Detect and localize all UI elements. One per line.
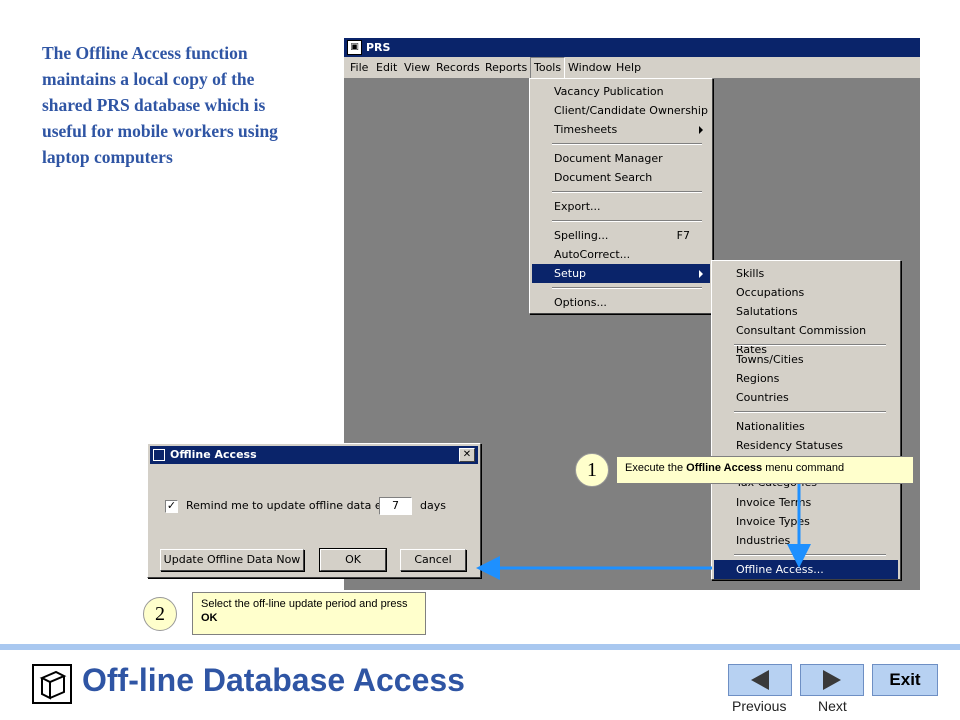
ok-button[interactable]: OK (319, 548, 387, 572)
menuitem-vacancy-publication[interactable]: Vacancy Publication (532, 82, 710, 101)
step2-callout: Select the off-line update period and pr… (192, 592, 426, 635)
menuitem-spelling[interactable]: Spelling... F7 (532, 226, 710, 245)
days-label: days (420, 499, 446, 512)
menuitem-skills[interactable]: Skills (714, 264, 898, 283)
spelling-shortcut: F7 (676, 229, 690, 242)
update-offline-data-button[interactable]: Update Offline Data Now (160, 549, 304, 571)
next-label: Next (818, 698, 847, 714)
step2-number: 2 (143, 597, 177, 631)
remind-label: Remind me to update offline data every (186, 499, 406, 512)
menu-view[interactable]: View (404, 57, 430, 79)
menuitem-timesheets[interactable]: Timesheets (532, 120, 710, 139)
submenu-arrow-icon (699, 270, 703, 278)
previous-label: Previous (732, 698, 787, 714)
menuitem-countries[interactable]: Countries (714, 388, 898, 407)
menuitem-residency-statuses[interactable]: Residency Statuses (714, 436, 898, 455)
prs-title: PRS (366, 41, 391, 54)
menuitem-document-search[interactable]: Document Search (532, 168, 710, 187)
menu-separator (552, 143, 702, 145)
prs-titlebar: ▣ PRS (344, 38, 920, 57)
menuitem-towns-cities[interactable]: Towns/Cities (714, 350, 898, 369)
menubar: File Edit View Records Reports Tools Win… (344, 57, 920, 79)
cancel-button[interactable]: Cancel (400, 549, 466, 571)
menu-separator (734, 344, 886, 346)
menuitem-salutations[interactable]: Salutations (714, 302, 898, 321)
dialog-titlebar: Offline Access ✕ (150, 446, 478, 464)
menu-reports[interactable]: Reports (485, 57, 527, 79)
menu-separator (552, 191, 702, 193)
menuitem-invoice-terms[interactable]: Invoice Terms (714, 493, 898, 512)
menuitem-invoice-types[interactable]: Invoice Types (714, 512, 898, 531)
menu-separator (734, 411, 886, 413)
menuitem-export[interactable]: Export... (532, 197, 710, 216)
tools-dropdown: Vacancy Publication Client/Candidate Own… (529, 78, 713, 314)
menu-edit[interactable]: Edit (376, 57, 397, 79)
menuitem-client-candidate-ownership[interactable]: Client/Candidate Ownership (532, 101, 710, 120)
dialog-window-icon (153, 449, 165, 461)
menuitem-consultant-commission-rates[interactable]: Consultant Commission Rates (714, 321, 898, 356)
menu-records[interactable]: Records (436, 57, 480, 79)
menuitem-autocorrect[interactable]: AutoCorrect... (532, 245, 710, 264)
menu-separator (552, 220, 702, 222)
close-icon[interactable]: ✕ (459, 448, 475, 462)
menuitem-nationalities[interactable]: Nationalities (714, 417, 898, 436)
days-input[interactable]: 7 (379, 497, 412, 515)
arrow-left-icon (751, 670, 769, 690)
menu-help[interactable]: Help (616, 57, 641, 79)
menuitem-occupations[interactable]: Occupations (714, 283, 898, 302)
menu-separator (552, 287, 702, 289)
menu-window[interactable]: Window (568, 57, 611, 79)
prs-app-icon: ▣ (347, 40, 362, 55)
menuitem-options[interactable]: Options... (532, 293, 710, 312)
setup-submenu: Skills Occupations Salutations Consultan… (711, 260, 901, 580)
step1-number: 1 (575, 453, 609, 487)
window-box-icon (32, 664, 72, 704)
menuitem-document-manager[interactable]: Document Manager (532, 149, 710, 168)
submenu-arrow-icon (699, 126, 703, 134)
page-title: Off-line Database Access (82, 662, 465, 698)
menuitem-industries[interactable]: Industries (714, 531, 898, 550)
menu-separator (734, 554, 886, 556)
menuitem-setup[interactable]: Setup (532, 264, 710, 283)
step1-callout: Execute the Offline Access menu command (616, 456, 914, 484)
menu-tools[interactable]: Tools (530, 57, 566, 79)
menu-file[interactable]: File (350, 57, 368, 79)
next-button[interactable] (800, 664, 864, 696)
menuitem-offline-access[interactable]: Offline Access... (714, 560, 898, 579)
remind-checkbox[interactable]: ✓ (165, 500, 178, 513)
arrow-right-icon (823, 670, 841, 690)
menuitem-regions[interactable]: Regions (714, 369, 898, 388)
previous-button[interactable] (728, 664, 792, 696)
offline-access-dialog: Offline Access ✕ ✓ Remind me to update o… (147, 443, 481, 578)
dialog-title: Offline Access (170, 448, 257, 461)
intro-text: The Offline Access function maintains a … (42, 43, 278, 167)
exit-button[interactable]: Exit (872, 664, 938, 696)
footer-bar (0, 644, 960, 650)
